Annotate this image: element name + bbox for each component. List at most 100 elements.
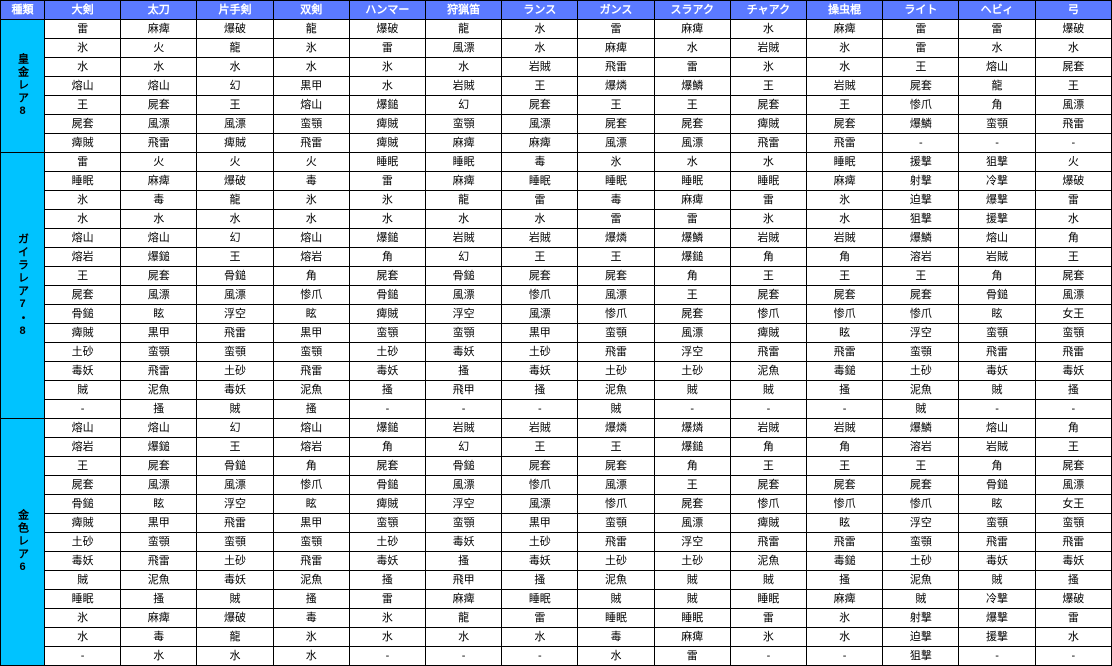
cell: 冷撃 [959,172,1035,191]
cell: 賊 [197,400,273,419]
cell: 爆鱗 [883,419,959,438]
cell: 搔 [121,590,197,609]
cell: 水 [349,77,425,96]
cell: 爆破 [197,172,273,191]
cell: 黒甲 [502,324,578,343]
cell: 氷 [730,628,806,647]
cell: - [45,400,121,419]
cell: 幻 [197,419,273,438]
cell: 岩賊 [426,77,502,96]
cell: 飛雷 [1035,343,1111,362]
cell: 氷 [730,58,806,77]
cell: 岩賊 [807,229,883,248]
cell: 土砂 [654,552,730,571]
cell: 氷 [45,39,121,58]
cell: 飛雷 [959,343,1035,362]
cell: 麻痺 [121,609,197,628]
cell: 水 [1035,628,1111,647]
cell: 毒妖 [197,381,273,400]
cell: 賊 [654,381,730,400]
cell: 氷 [807,609,883,628]
cell: 飛雷 [197,324,273,343]
cell: 水 [273,58,349,77]
cell: 搔 [502,571,578,590]
cell: 蛮顎 [349,514,425,533]
cell: 骨鎚 [45,305,121,324]
cell: 龍 [426,20,502,39]
cell: 泥魚 [121,381,197,400]
cell: 飛雷 [578,533,654,552]
cell: 狙撃 [883,647,959,666]
cell: 屍套 [654,305,730,324]
col-header: ハンマー [349,1,425,20]
cell: 風漂 [121,286,197,305]
cell: 飛雷 [273,552,349,571]
cell: 蛮顎 [349,324,425,343]
cell: 水 [502,20,578,39]
cell: 麻痺 [426,172,502,191]
cell: 風漂 [578,134,654,153]
cell: 角 [654,267,730,286]
cell: 水 [45,210,121,229]
cell: 熔山 [273,419,349,438]
cell: 援撃 [959,210,1035,229]
cell: 射撃 [883,609,959,628]
cell: 王 [197,438,273,457]
table-row: 王屍套王熔山爆鎚幻屍套王王屍套王惨爪角風漂 [1,96,1112,115]
cell: 屍套 [807,476,883,495]
cell: 毒妖 [1035,552,1111,571]
cell: 泥魚 [578,381,654,400]
cell: 土砂 [349,343,425,362]
cell: - [502,647,578,666]
cell: 搔 [426,552,502,571]
cell: 雷 [959,20,1035,39]
cell: 蛮顎 [273,115,349,134]
cell: 幻 [197,229,273,248]
cell: 泥魚 [578,571,654,590]
cell: 角 [730,438,806,457]
cell: 角 [1035,419,1111,438]
cell: 氷 [349,191,425,210]
cell: - [959,134,1035,153]
cell: 浮空 [883,324,959,343]
cell: - [807,400,883,419]
cell: 龍 [426,191,502,210]
cell: 痺賊 [45,324,121,343]
cell: 熔山 [45,419,121,438]
cell: 援撃 [959,628,1035,647]
cell: 蛮顎 [1035,324,1111,343]
cell: 水 [654,153,730,172]
cell: 水 [273,647,349,666]
cell: 蛮顎 [883,343,959,362]
cell: 骨鎚 [426,267,502,286]
cell: 麻痺 [578,39,654,58]
cell: 雷 [1035,609,1111,628]
cell: 風漂 [654,514,730,533]
cell: 爆鎚 [349,229,425,248]
cell: 土砂 [45,533,121,552]
cell: 水 [654,39,730,58]
cell: 屍套 [883,77,959,96]
cell: 熔岩 [45,438,121,457]
cell: 搔 [1035,381,1111,400]
col-header: ライト [883,1,959,20]
cell: 泥魚 [730,552,806,571]
cell: 土砂 [578,362,654,381]
cell: 屍套 [45,115,121,134]
cell: 蛮顎 [1035,514,1111,533]
cell: 蛮顎 [959,115,1035,134]
cell: 飛雷 [578,58,654,77]
cell: 惨爪 [273,286,349,305]
cell: 水 [807,210,883,229]
cell: 眩 [121,495,197,514]
cell: 王 [578,96,654,115]
cell: 氷 [349,609,425,628]
cell: 眩 [959,305,1035,324]
cell: 浮空 [197,305,273,324]
cell: 屍套 [121,96,197,115]
cell: 搔 [349,381,425,400]
cell: 屍套 [1035,267,1111,286]
cell: 王 [807,96,883,115]
cell: 屍套 [578,457,654,476]
cell: 岩賊 [730,419,806,438]
